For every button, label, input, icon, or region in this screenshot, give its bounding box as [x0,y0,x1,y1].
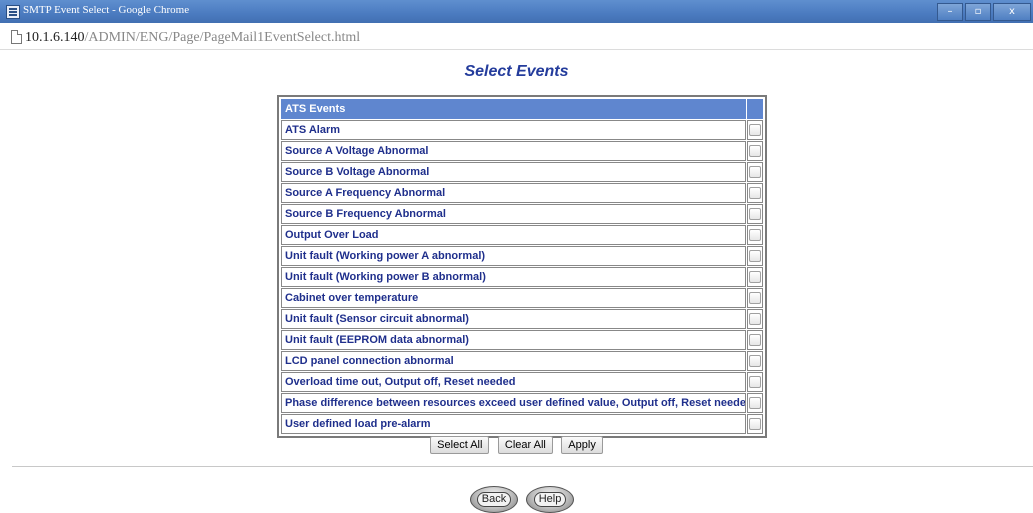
event-label: Source A Frequency Abnormal [281,183,746,203]
select-all-button[interactable]: Select All [430,436,490,454]
events-table: ATS Events ATS Alarm Source A Voltage Abn… [277,95,767,438]
event-checkbox-cell [747,288,763,308]
event-checkbox-cell [747,183,763,203]
table-row: Source B Voltage Abnormal [281,162,763,182]
event-label: Unit fault (EEPROM data abnormal) [281,330,746,350]
event-label: Source B Frequency Abnormal [281,204,746,224]
event-checkbox-cell [747,162,763,182]
event-label: Unit fault (Sensor circuit abnormal) [281,309,746,329]
event-checkbox[interactable] [749,313,761,326]
document-icon [11,30,22,44]
window-title-bar: SMTP Event Select - Google Chrome – ▫ x [0,0,1033,23]
event-checkbox-cell [747,351,763,371]
event-label: Unit fault (Working power B abnormal) [281,267,746,287]
event-checkbox[interactable] [749,292,761,305]
apply-button[interactable]: Apply [561,436,603,454]
event-checkbox[interactable] [749,355,761,368]
table-row: LCD panel connection abnormal [281,351,763,371]
event-checkbox-cell [747,204,763,224]
table-row: Unit fault (Working power B abnormal) [281,267,763,287]
divider [12,466,1033,467]
table-row: Source B Frequency Abnormal [281,204,763,224]
clear-all-button[interactable]: Clear All [497,436,553,454]
url-text[interactable]: 10.1.6.140/ADMIN/ENG/Page/PageMail1Event… [25,30,360,46]
event-checkbox[interactable] [749,124,761,137]
help-label: Help [533,492,567,507]
event-label: ATS Alarm [281,120,746,140]
event-checkbox-cell [747,309,763,329]
event-checkbox-cell [747,267,763,287]
event-checkbox-cell [747,120,763,140]
window-controls: – ▫ x [937,3,1033,21]
table-header-checkbox-cell [747,99,763,119]
event-checkbox[interactable] [749,208,761,221]
table-row: Source A Voltage Abnormal [281,141,763,161]
event-checkbox-cell [747,225,763,245]
event-checkbox[interactable] [749,397,761,410]
back-label: Back [476,492,512,507]
maximize-button[interactable]: ▫ [965,3,991,21]
event-checkbox[interactable] [749,166,761,179]
table-header-label: ATS Events [281,99,746,119]
table-row: User defined load pre-alarm [281,414,763,434]
event-checkbox[interactable] [749,271,761,284]
event-checkbox[interactable] [749,187,761,200]
event-checkbox-cell [747,246,763,266]
event-label: LCD panel connection abnormal [281,351,746,371]
event-label: Source B Voltage Abnormal [281,162,746,182]
url-path: /ADMIN/ENG/Page/PageMail1EventSelect.htm… [84,30,361,45]
page-title: Select Events [464,63,569,80]
event-checkbox[interactable] [749,145,761,158]
table-row: Source A Frequency Abnormal [281,183,763,203]
event-checkbox-cell [747,372,763,392]
event-label: Phase difference between resources excee… [281,393,746,413]
table-row: Phase difference between resources excee… [281,393,763,413]
event-label: User defined load pre-alarm [281,414,746,434]
event-label: Overload time out, Output off, Reset nee… [281,372,746,392]
event-label: Output Over Load [281,225,746,245]
url-host: 10.1.6.140 [25,30,85,45]
table-row: Overload time out, Output off, Reset nee… [281,372,763,392]
event-label: Source A Voltage Abnormal [281,141,746,161]
page-icon [6,5,20,19]
help-button[interactable]: Help [526,486,574,513]
table-row: Unit fault (Working power A abnormal) [281,246,763,266]
event-label: Cabinet over temperature [281,288,746,308]
table-header-row: ATS Events [281,99,763,119]
event-checkbox[interactable] [749,334,761,347]
table-row: ATS Alarm [281,120,763,140]
event-checkbox-cell [747,414,763,434]
event-checkbox-cell [747,330,763,350]
nav-buttons: Back Help [470,486,580,513]
action-buttons: Select All Clear All Apply [0,435,1033,454]
table-row: Cabinet over temperature [281,288,763,308]
table-row: Unit fault (EEPROM data abnormal) [281,330,763,350]
event-checkbox-cell [747,393,763,413]
event-checkbox[interactable] [749,376,761,389]
minimize-button[interactable]: – [937,3,963,21]
event-checkbox-cell [747,141,763,161]
event-label: Unit fault (Working power A abnormal) [281,246,746,266]
table-row: Output Over Load [281,225,763,245]
event-checkbox[interactable] [749,418,761,431]
event-checkbox[interactable] [749,229,761,242]
close-button[interactable]: x [993,3,1031,21]
event-checkbox[interactable] [749,250,761,263]
window-title: SMTP Event Select - Google Chrome [23,4,190,16]
back-button[interactable]: Back [470,486,518,513]
table-row: Unit fault (Sensor circuit abnormal) [281,309,763,329]
